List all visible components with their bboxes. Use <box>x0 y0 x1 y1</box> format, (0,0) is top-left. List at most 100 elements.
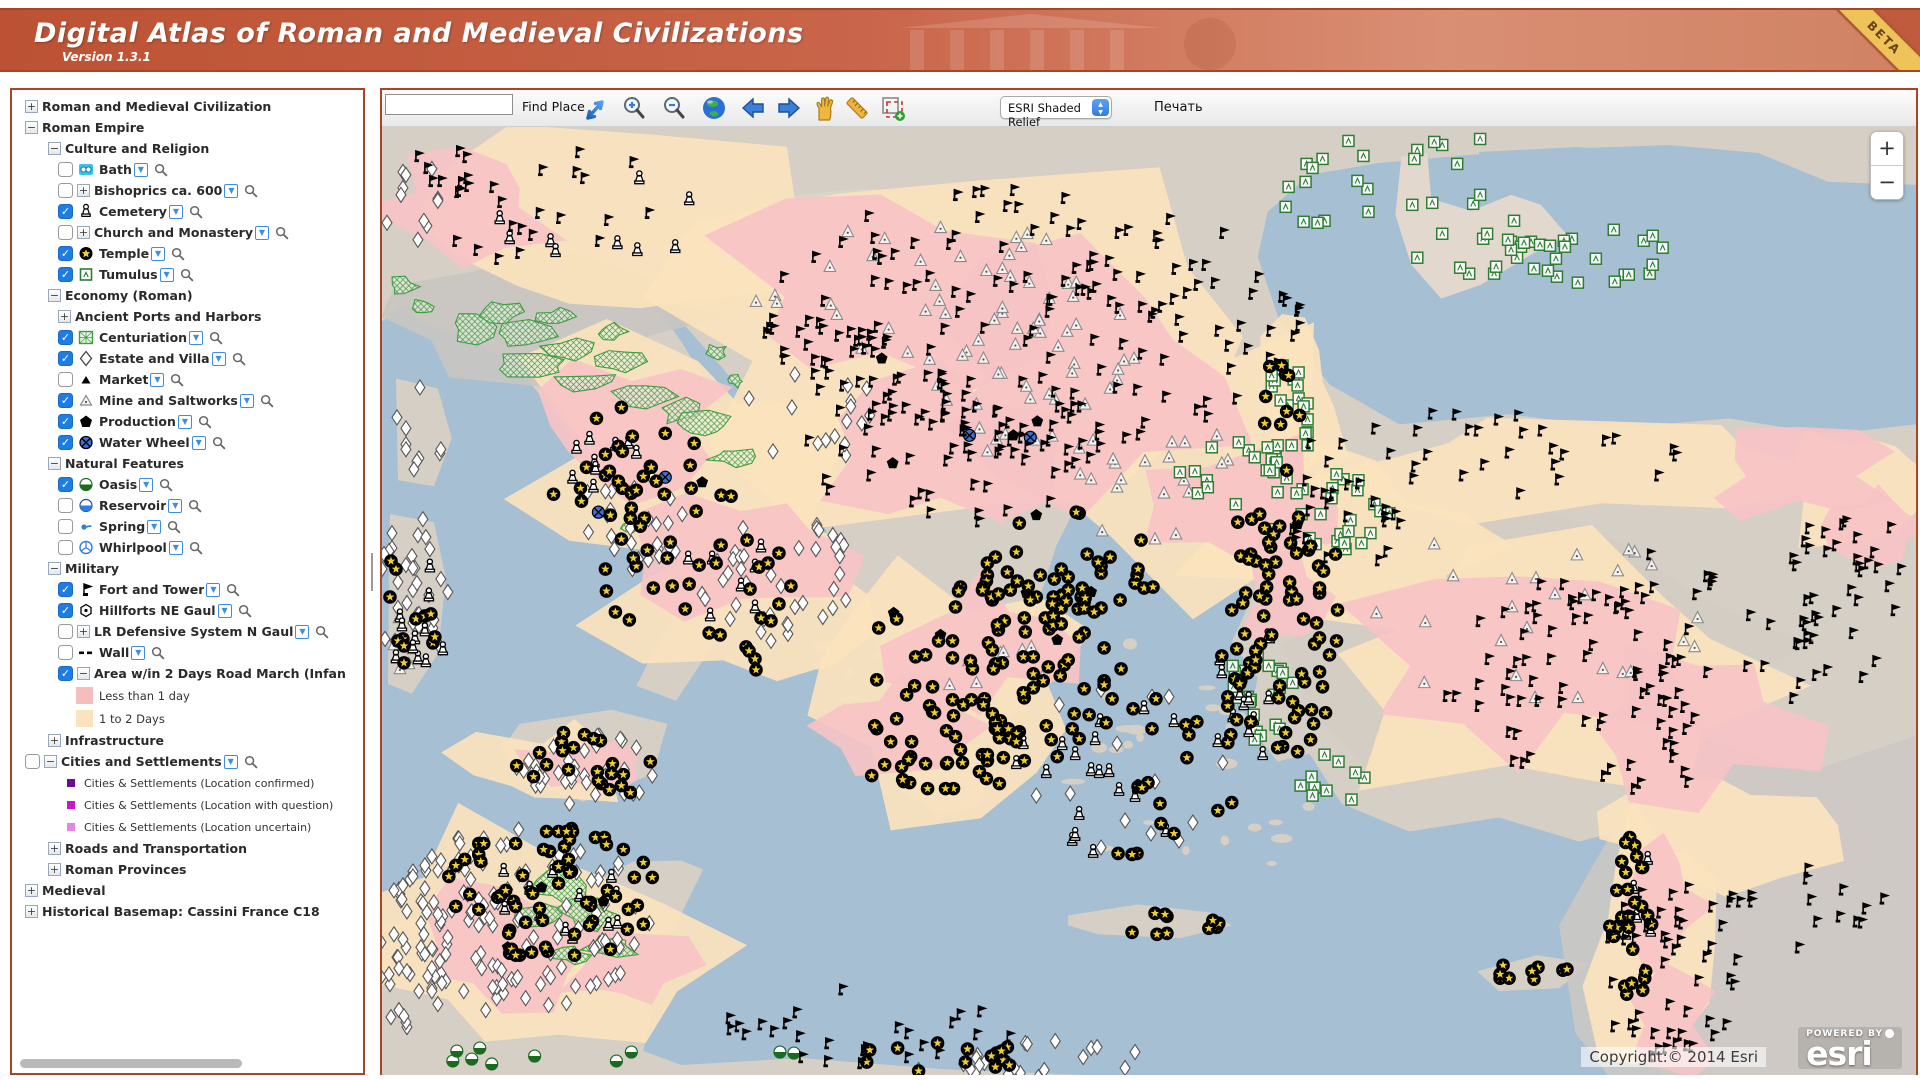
layer-dropdown-icon[interactable]: ▼ <box>169 541 183 555</box>
globe-icon[interactable] <box>700 94 728 122</box>
tree-row[interactable]: Less than 1 day <box>12 684 363 707</box>
expand-toggle[interactable]: − <box>44 755 57 768</box>
expand-toggle[interactable]: + <box>48 842 61 855</box>
layer-search-icon[interactable] <box>171 247 185 261</box>
layer-search-icon[interactable] <box>275 226 289 240</box>
print-button[interactable]: Печать <box>1154 100 1203 115</box>
layer-dropdown-icon[interactable]: ▼ <box>212 352 226 366</box>
layer-checkbox[interactable] <box>58 498 73 513</box>
layer-search-icon[interactable] <box>226 583 240 597</box>
tree-row[interactable]: ✓Hillforts NE Gaul▼ <box>12 600 363 621</box>
tree-row[interactable]: Cities & Settlements (Location uncertain… <box>12 816 363 838</box>
expand-toggle[interactable]: − <box>48 457 61 470</box>
tree-row[interactable]: +Roman Provinces <box>12 859 363 880</box>
layer-search-icon[interactable] <box>159 478 173 492</box>
layer-dropdown-icon[interactable]: ▼ <box>168 499 182 513</box>
layer-dropdown-icon[interactable]: ▼ <box>224 184 238 198</box>
tree-row[interactable]: ✓Cemetery▼ <box>12 201 363 222</box>
expand-toggle[interactable]: + <box>48 863 61 876</box>
tree-row[interactable]: +Roman and Medieval Civilization <box>12 96 363 117</box>
layer-search-icon[interactable] <box>244 755 258 769</box>
layer-search-icon[interactable] <box>260 394 274 408</box>
tree-row[interactable]: +Infrastructure <box>12 730 363 751</box>
layer-checkbox[interactable] <box>58 540 73 555</box>
tree-row[interactable]: −Economy (Roman) <box>12 285 363 306</box>
sidebar-horizontal-scrollbar[interactable] <box>20 1059 242 1068</box>
layer-dropdown-icon[interactable]: ▼ <box>295 625 309 639</box>
layer-checkbox[interactable]: ✓ <box>58 603 73 618</box>
map-zoom-in-button[interactable]: + <box>1871 132 1903 166</box>
forward-arrow-icon[interactable] <box>775 94 803 122</box>
layer-search-icon[interactable] <box>151 646 165 660</box>
layer-search-icon[interactable] <box>170 373 184 387</box>
tree-row[interactable]: Reservoir▼ <box>12 495 363 516</box>
map-viewport[interactable]: + − Copyright:© 2014 Esri POWERED BY esr… <box>382 127 1916 1075</box>
layer-checkbox[interactable] <box>58 162 73 177</box>
layer-dropdown-icon[interactable]: ▼ <box>169 205 183 219</box>
zoom-in-icon[interactable] <box>620 94 648 122</box>
expand-toggle[interactable]: + <box>25 905 38 918</box>
tree-row[interactable]: −Culture and Religion <box>12 138 363 159</box>
tree-row[interactable]: −Cities and Settlements▼ <box>12 751 363 772</box>
tree-row[interactable]: Cities & Settlements (Location with ques… <box>12 794 363 816</box>
tree-row[interactable]: ✓Mine and Saltworks▼ <box>12 390 363 411</box>
layer-checkbox[interactable]: ✓ <box>58 267 73 282</box>
tree-row[interactable]: ✓Temple▼ <box>12 243 363 264</box>
tree-row[interactable]: +Church and Monastery▼ <box>12 222 363 243</box>
tree-row[interactable]: +Ancient Ports and Harbors <box>12 306 363 327</box>
expand-toggle[interactable]: + <box>77 184 90 197</box>
expand-toggle[interactable]: + <box>25 884 38 897</box>
layer-search-icon[interactable] <box>189 205 203 219</box>
ruler-icon[interactable] <box>843 94 871 122</box>
back-arrow-icon[interactable] <box>739 94 767 122</box>
layer-search-icon[interactable] <box>189 541 203 555</box>
layer-checkbox[interactable]: ✓ <box>58 393 73 408</box>
tree-row[interactable]: ✓Fort and Tower▼ <box>12 579 363 600</box>
layer-checkbox[interactable] <box>58 225 73 240</box>
layer-dropdown-icon[interactable]: ▼ <box>131 646 145 660</box>
layer-checkbox[interactable]: ✓ <box>58 477 73 492</box>
tree-row[interactable]: Market▼ <box>12 369 363 390</box>
expand-toggle[interactable]: − <box>25 121 38 134</box>
tree-row[interactable]: +LR Defensive System N Gaul▼ <box>12 621 363 642</box>
expand-toggle[interactable]: + <box>58 310 71 323</box>
layer-search-icon[interactable] <box>238 604 252 618</box>
layer-checkbox[interactable] <box>58 645 73 660</box>
tree-row[interactable]: ✓Oasis▼ <box>12 474 363 495</box>
layer-checkbox[interactable]: ✓ <box>58 246 73 261</box>
map-zoom-out-button[interactable]: − <box>1871 166 1903 199</box>
layer-search-icon[interactable] <box>315 625 329 639</box>
layer-dropdown-icon[interactable]: ▼ <box>178 415 192 429</box>
layer-dropdown-icon[interactable]: ▼ <box>224 755 238 769</box>
tree-row[interactable]: Wall▼ <box>12 642 363 663</box>
layer-dropdown-icon[interactable]: ▼ <box>192 436 206 450</box>
splitter-handle[interactable] <box>371 553 373 591</box>
tree-row[interactable]: ✓−Area w/in 2 Days Road March (Infan <box>12 663 363 684</box>
basemap-select[interactable]: ESRI Shaded Relief ▲▼ <box>1000 96 1112 119</box>
layer-dropdown-icon[interactable]: ▼ <box>160 268 174 282</box>
layer-checkbox[interactable]: ✓ <box>58 351 73 366</box>
layer-search-icon[interactable] <box>244 184 258 198</box>
find-place-input[interactable] <box>385 94 513 115</box>
tree-row[interactable]: 1 to 2 Days <box>12 707 363 730</box>
tree-row[interactable]: +Roads and Transportation <box>12 838 363 859</box>
layer-dropdown-icon[interactable]: ▼ <box>151 247 165 261</box>
tree-row[interactable]: ✓Centuriation▼ <box>12 327 363 348</box>
layer-search-icon[interactable] <box>209 331 223 345</box>
panel-splitter[interactable] <box>365 88 380 1075</box>
tree-row[interactable]: ✓Tumulus▼ <box>12 264 363 285</box>
expand-toggle[interactable]: − <box>48 289 61 302</box>
tree-row[interactable]: Spring▼ <box>12 516 363 537</box>
layer-checkbox[interactable]: ✓ <box>58 435 73 450</box>
layer-checkbox[interactable] <box>58 624 73 639</box>
layer-search-icon[interactable] <box>167 520 181 534</box>
tree-row[interactable]: Whirlpool▼ <box>12 537 363 558</box>
layer-search-icon[interactable] <box>188 499 202 513</box>
layer-search-icon[interactable] <box>212 436 226 450</box>
expand-toggle[interactable]: + <box>48 734 61 747</box>
layer-dropdown-icon[interactable]: ▼ <box>255 226 269 240</box>
layer-checkbox[interactable] <box>58 183 73 198</box>
tree-row[interactable]: ✓Production▼ <box>12 411 363 432</box>
layer-search-icon[interactable] <box>154 163 168 177</box>
layer-checkbox[interactable]: ✓ <box>58 582 73 597</box>
